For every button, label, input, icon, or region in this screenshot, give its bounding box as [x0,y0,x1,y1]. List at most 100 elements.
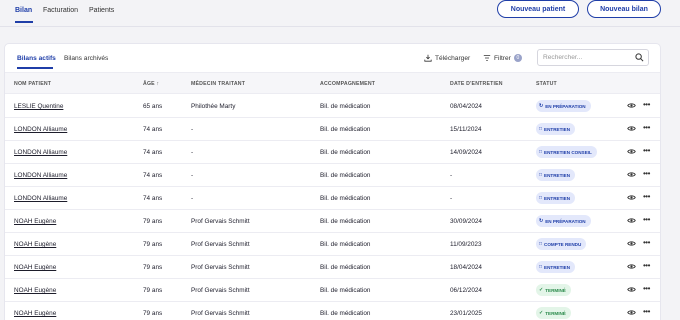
more-options-icon[interactable]: ••• [643,100,650,109]
patient-name-link[interactable]: NOAH Eugène [14,218,56,225]
interview-date: 15/11/2024 [450,126,482,133]
patient-name-link[interactable]: NOAH Eugène [14,287,56,294]
status-icon: □ [539,241,543,247]
status-label: ENTRETIEN [544,172,571,178]
view-icon[interactable] [627,286,636,293]
table-header: NOM PATIENT ÂGE ↑ MÉDECIN TRAITANT ACCOM… [5,72,660,94]
column-header-status[interactable]: STATUT [536,81,557,87]
table-row[interactable]: NOAH Eugène 79 ans Prof Gervais Schmitt Bil… [5,256,660,279]
more-options-icon[interactable]: ••• [643,215,650,224]
view-icon[interactable] [627,171,636,178]
doctor-name: Prof Gervais Schmitt [191,264,250,271]
more-options-icon[interactable]: ••• [643,169,650,178]
interview-date: 23/01/2025 [450,310,482,317]
support-type: Bil. de médication [320,287,371,294]
view-icon[interactable] [627,240,636,247]
column-header-date[interactable]: DATE D'ENTRETIEN [450,81,503,87]
active-subtab-indicator [17,67,53,69]
patient-age: 79 ans [143,264,163,271]
patient-name-link[interactable]: NOAH Eugène [14,264,56,271]
patient-age: 74 ans [143,126,163,133]
filter-button[interactable]: Filtrer 0 [483,54,522,62]
patient-age: 65 ans [143,103,163,110]
subtab-bilans-actifs[interactable]: Bilans actifs [17,55,56,62]
status-badge: ✓ TERMINÉ [536,284,571,296]
filter-count-badge: 0 [513,54,522,62]
column-header-support[interactable]: ACCOMPAGNEMENT [320,81,375,87]
new-bilan-button[interactable]: Nouveau bilan [587,0,661,18]
table-row[interactable]: LONDON Alliaume 74 ans - Bil. de médication… [5,164,660,187]
filter-icon [483,55,491,61]
search-input[interactable]: Rechercher... [537,49,649,66]
patient-name-link[interactable]: LESLIE Quentine [14,103,63,110]
table-row[interactable]: NOAH Eugène 79 ans Prof Gervais Schmitt Bil… [5,233,660,256]
patient-age: 79 ans [143,287,163,294]
column-header-name[interactable]: NOM PATIENT [14,81,51,87]
support-type: Bil. de médication [320,264,371,271]
support-type: Bil. de médication [320,126,371,133]
interview-date: 14/09/2024 [450,149,482,156]
doctor-name: Philothée Marty [191,103,236,110]
status-label: COMPTE RENDU [544,241,582,247]
active-tab-indicator [15,21,33,23]
view-icon[interactable] [627,217,636,224]
download-button[interactable]: Télécharger [424,54,470,62]
more-options-icon[interactable]: ••• [643,123,650,132]
tab-patients[interactable]: Patients [89,7,114,14]
more-options-icon[interactable]: ••• [643,261,650,270]
status-label: TERMINÉ [545,310,566,316]
status-badge: □ COMPTE RENDU [536,238,587,250]
status-label: ENTRETIEN CONSEIL [544,149,592,155]
view-icon[interactable] [627,125,636,132]
table-row[interactable]: NOAH Eugène 79 ans Prof Gervais Schmitt Bil… [5,210,660,233]
table-row[interactable]: LESLIE Quentine 65 ans Philothée Marty Bil.… [5,95,660,118]
patient-name-link[interactable]: NOAH Eugène [14,310,56,317]
doctor-name: - [191,126,194,133]
search-placeholder: Rechercher... [543,54,583,61]
more-options-icon[interactable]: ••• [643,307,650,316]
doctor-name: Prof Gervais Schmitt [191,287,250,294]
table-row[interactable]: LONDON Alliaume 74 ans - Bil. de médication… [5,141,660,164]
patient-age: 74 ans [143,195,163,202]
patient-name-link[interactable]: LONDON Alliaume [14,195,67,202]
doctor-name: - [191,195,194,202]
view-icon[interactable] [627,194,636,201]
status-label: ENTRETIEN [544,195,571,201]
view-icon[interactable] [627,102,636,109]
interview-date: 11/09/2023 [450,241,482,248]
more-options-icon[interactable]: ••• [643,146,650,155]
status-badge: ↻ EN PRÉPARATION [536,100,591,112]
more-options-icon[interactable]: ••• [643,284,650,293]
table-row[interactable]: LONDON Alliaume 74 ans - Bil. de médication… [5,118,660,141]
patient-name-link[interactable]: LONDON Alliaume [14,126,67,133]
status-icon: □ [539,195,543,201]
patient-age: 74 ans [143,149,163,156]
status-badge: □ ENTRETIEN [536,169,576,181]
subtab-bilans-archives[interactable]: Bilans archivés [64,55,108,62]
view-icon[interactable] [627,148,636,155]
status-badge: □ ENTRETIEN [536,123,576,135]
table-row[interactable]: LONDON Alliaume 74 ans - Bil. de médication… [5,187,660,210]
tab-bilan[interactable]: Bilan [15,7,32,14]
status-badge: ↻ EN PRÉPARATION [536,215,591,227]
more-options-icon[interactable]: ••• [643,238,650,247]
status-icon: □ [539,172,543,178]
patient-age: 79 ans [143,218,163,225]
table-row[interactable]: NOAH Eugène 79 ans Prof Gervais Schmitt Bil… [5,302,660,320]
interview-date: 06/12/2024 [450,287,482,294]
download-label: Télécharger [435,54,471,62]
patient-name-link[interactable]: LONDON Alliaume [14,149,67,156]
view-icon[interactable] [627,309,636,316]
doctor-name: - [191,172,194,179]
patient-name-link[interactable]: NOAH Eugène [14,241,56,248]
more-options-icon[interactable]: ••• [643,192,650,201]
patient-name-link[interactable]: LONDON Alliaume [14,172,67,179]
view-icon[interactable] [627,263,636,270]
new-patient-button[interactable]: Nouveau patient [497,0,579,18]
table-row[interactable]: NOAH Eugène 79 ans Prof Gervais Schmitt Bil… [5,279,660,302]
top-navigation: Bilan Facturation Patients Nouveau patie… [0,0,680,24]
tab-facturation[interactable]: Facturation [43,7,78,14]
column-header-age[interactable]: ÂGE ↑ [143,81,159,87]
column-header-doctor[interactable]: MÉDECIN TRAITANT [191,81,245,87]
support-type: Bil. de médication [320,195,371,202]
